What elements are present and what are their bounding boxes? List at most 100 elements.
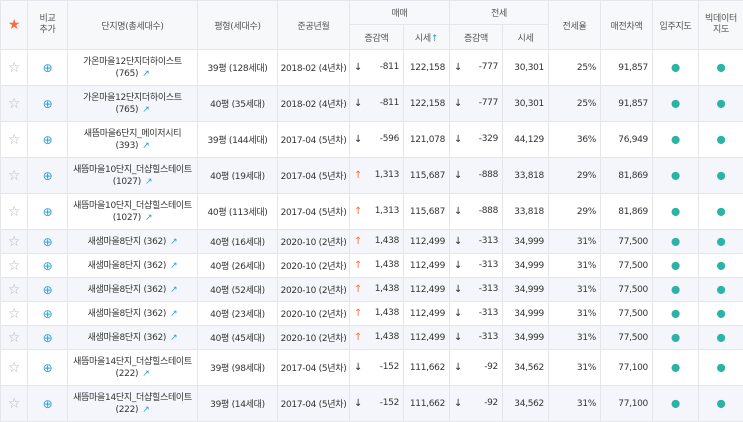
map-cell[interactable]: ⬤ (653, 278, 699, 302)
add-compare-icon[interactable]: ⊕ (43, 97, 53, 111)
complex-name[interactable]: 새샘마을8단지 (362) (88, 237, 167, 247)
add-compare-icon[interactable]: ⊕ (43, 283, 53, 297)
complex-name-cell[interactable]: 새뜸마을10단지_더샵힐스테이트 (1027)↗ (68, 158, 198, 194)
add-compare-icon[interactable]: ⊕ (43, 361, 53, 375)
map-cell[interactable]: ⬤ (653, 230, 699, 254)
chart-icon[interactable]: ↗ (145, 213, 152, 223)
favorite-cell[interactable]: ☆ (1, 122, 28, 158)
map-pin-icon[interactable]: ⬤ (671, 207, 680, 216)
map-pin-icon[interactable]: ⬤ (717, 399, 726, 408)
complex-name-cell[interactable]: 새뜸마을14단지_더샵힐스테이트 (222)↗ (68, 386, 198, 422)
map-pin-icon[interactable]: ⬤ (671, 309, 680, 318)
complex-header[interactable]: 단지명(총세대수) (68, 1, 198, 50)
map-pin-icon[interactable]: ⬤ (717, 363, 726, 372)
rent-rate-header[interactable]: 전세율 (549, 1, 601, 50)
complex-name-cell[interactable]: 새샘마을8단지 (362)↗ (68, 326, 198, 350)
favorite-cell[interactable]: ☆ (1, 50, 28, 86)
star-outline-icon[interactable]: ☆ (8, 132, 20, 148)
compare-cell[interactable]: ⊕ (28, 326, 68, 350)
add-compare-icon[interactable]: ⊕ (43, 235, 53, 249)
add-compare-icon[interactable]: ⊕ (43, 133, 53, 147)
map-pin-icon[interactable]: ⬤ (717, 261, 726, 270)
compare-cell[interactable]: ⊕ (28, 194, 68, 230)
map-pin-icon[interactable]: ⬤ (671, 135, 680, 144)
map-pin-icon[interactable]: ⬤ (717, 135, 726, 144)
map-pin-icon[interactable]: ⬤ (717, 63, 726, 72)
compare-cell[interactable]: ⊕ (28, 122, 68, 158)
favorite-cell[interactable]: ☆ (1, 230, 28, 254)
rent-change-header[interactable]: 증감액 (450, 25, 503, 50)
add-compare-icon[interactable]: ⊕ (43, 169, 53, 183)
bigdata-cell[interactable]: ⬤ (699, 122, 743, 158)
complex-name-cell[interactable]: 새샘마을8단지 (362)↗ (68, 230, 198, 254)
complex-name[interactable]: 가온마을12단지더하이스트 (765) (83, 93, 182, 115)
bigdata-cell[interactable]: ⬤ (699, 86, 743, 122)
chart-icon[interactable]: ↗ (142, 369, 149, 379)
map-cell[interactable]: ⬤ (653, 386, 699, 422)
map-cell[interactable]: ⬤ (653, 86, 699, 122)
bigdata-cell[interactable]: ⬤ (699, 350, 743, 386)
map-cell[interactable]: ⬤ (653, 350, 699, 386)
map-pin-icon[interactable]: ⬤ (717, 171, 726, 180)
complex-name-cell[interactable]: 가온마을12단지더하이스트 (765)↗ (68, 50, 198, 86)
map-pin-icon[interactable]: ⬤ (671, 171, 680, 180)
star-outline-icon[interactable]: ☆ (8, 96, 20, 112)
bigdata-cell[interactable]: ⬤ (699, 386, 743, 422)
chart-icon[interactable]: ↗ (142, 405, 149, 415)
bigdata-cell[interactable]: ⬤ (699, 278, 743, 302)
complex-name[interactable]: 새샘마을8단지 (362) (88, 309, 167, 319)
complex-name-cell[interactable]: 새뜸마을14단지_더샵힐스테이트 (222)↗ (68, 350, 198, 386)
map-cell[interactable]: ⬤ (653, 302, 699, 326)
star-outline-icon[interactable]: ☆ (8, 306, 20, 322)
favorite-cell[interactable]: ☆ (1, 194, 28, 230)
complex-name[interactable]: 새샘마을8단지 (362) (88, 333, 167, 343)
add-compare-icon[interactable]: ⊕ (43, 331, 53, 345)
bigdata-cell[interactable]: ⬤ (699, 158, 743, 194)
map-pin-icon[interactable]: ⬤ (717, 285, 726, 294)
sale-change-header[interactable]: 증감액 (350, 25, 404, 50)
compare-cell[interactable]: ⊕ (28, 350, 68, 386)
complex-name[interactable]: 새뜸마을14단지_더샵힐스테이트 (222) (73, 357, 192, 379)
star-outline-icon[interactable]: ☆ (8, 60, 20, 76)
chart-icon[interactable]: ↗ (170, 333, 177, 343)
map-pin-icon[interactable]: ⬤ (671, 399, 680, 408)
map-pin-icon[interactable]: ⬤ (671, 333, 680, 342)
complex-name[interactable]: 가온마을12단지더하이스트 (765) (83, 57, 182, 79)
star-outline-icon[interactable]: ☆ (8, 360, 20, 376)
favorite-cell[interactable]: ☆ (1, 386, 28, 422)
map-pin-icon[interactable]: ⬤ (717, 207, 726, 216)
year-header[interactable]: 준공년월 (278, 1, 350, 50)
bigdata-cell[interactable]: ⬤ (699, 254, 743, 278)
favorite-cell[interactable]: ☆ (1, 158, 28, 194)
favorite-cell[interactable]: ☆ (1, 278, 28, 302)
favorite-cell[interactable]: ☆ (1, 86, 28, 122)
favorite-cell[interactable]: ☆ (1, 326, 28, 350)
complex-name[interactable]: 새뜸마을10단지_더샵힐스테이트 (1027) (73, 201, 192, 223)
complex-name[interactable]: 새샘마을8단지 (362) (88, 261, 167, 271)
compare-cell[interactable]: ⊕ (28, 50, 68, 86)
chart-icon[interactable]: ↗ (145, 177, 152, 187)
map-pin-icon[interactable]: ⬤ (671, 237, 680, 246)
area-header[interactable]: 평형(세대수) (198, 1, 278, 50)
favorite-cell[interactable]: ☆ (1, 254, 28, 278)
gap-header[interactable]: 매전차액 (601, 1, 653, 50)
star-outline-icon[interactable]: ☆ (8, 396, 20, 412)
star-outline-icon[interactable]: ☆ (8, 234, 20, 250)
chart-icon[interactable]: ↗ (142, 141, 149, 151)
bigdata-cell[interactable]: ⬤ (699, 50, 743, 86)
bigdata-cell[interactable]: ⬤ (699, 194, 743, 230)
complex-name[interactable]: 새뜸마을6단지_메이저시티 (393) (84, 129, 181, 151)
sale-price-header[interactable]: 시세↑ (404, 25, 450, 50)
compare-cell[interactable]: ⊕ (28, 158, 68, 194)
map-cell[interactable]: ⬤ (653, 254, 699, 278)
map-pin-icon[interactable]: ⬤ (717, 333, 726, 342)
chart-icon[interactable]: ↗ (170, 309, 177, 319)
complex-name-cell[interactable]: 새뜸마을10단지_더샵힐스테이트 (1027)↗ (68, 194, 198, 230)
complex-name[interactable]: 새샘마을8단지 (362) (88, 285, 167, 295)
map-pin-icon[interactable]: ⬤ (671, 363, 680, 372)
map-cell[interactable]: ⬤ (653, 158, 699, 194)
star-outline-icon[interactable]: ☆ (8, 330, 20, 346)
chart-icon[interactable]: ↗ (170, 261, 177, 271)
star-outline-icon[interactable]: ☆ (8, 204, 20, 220)
map-pin-icon[interactable]: ⬤ (671, 99, 680, 108)
